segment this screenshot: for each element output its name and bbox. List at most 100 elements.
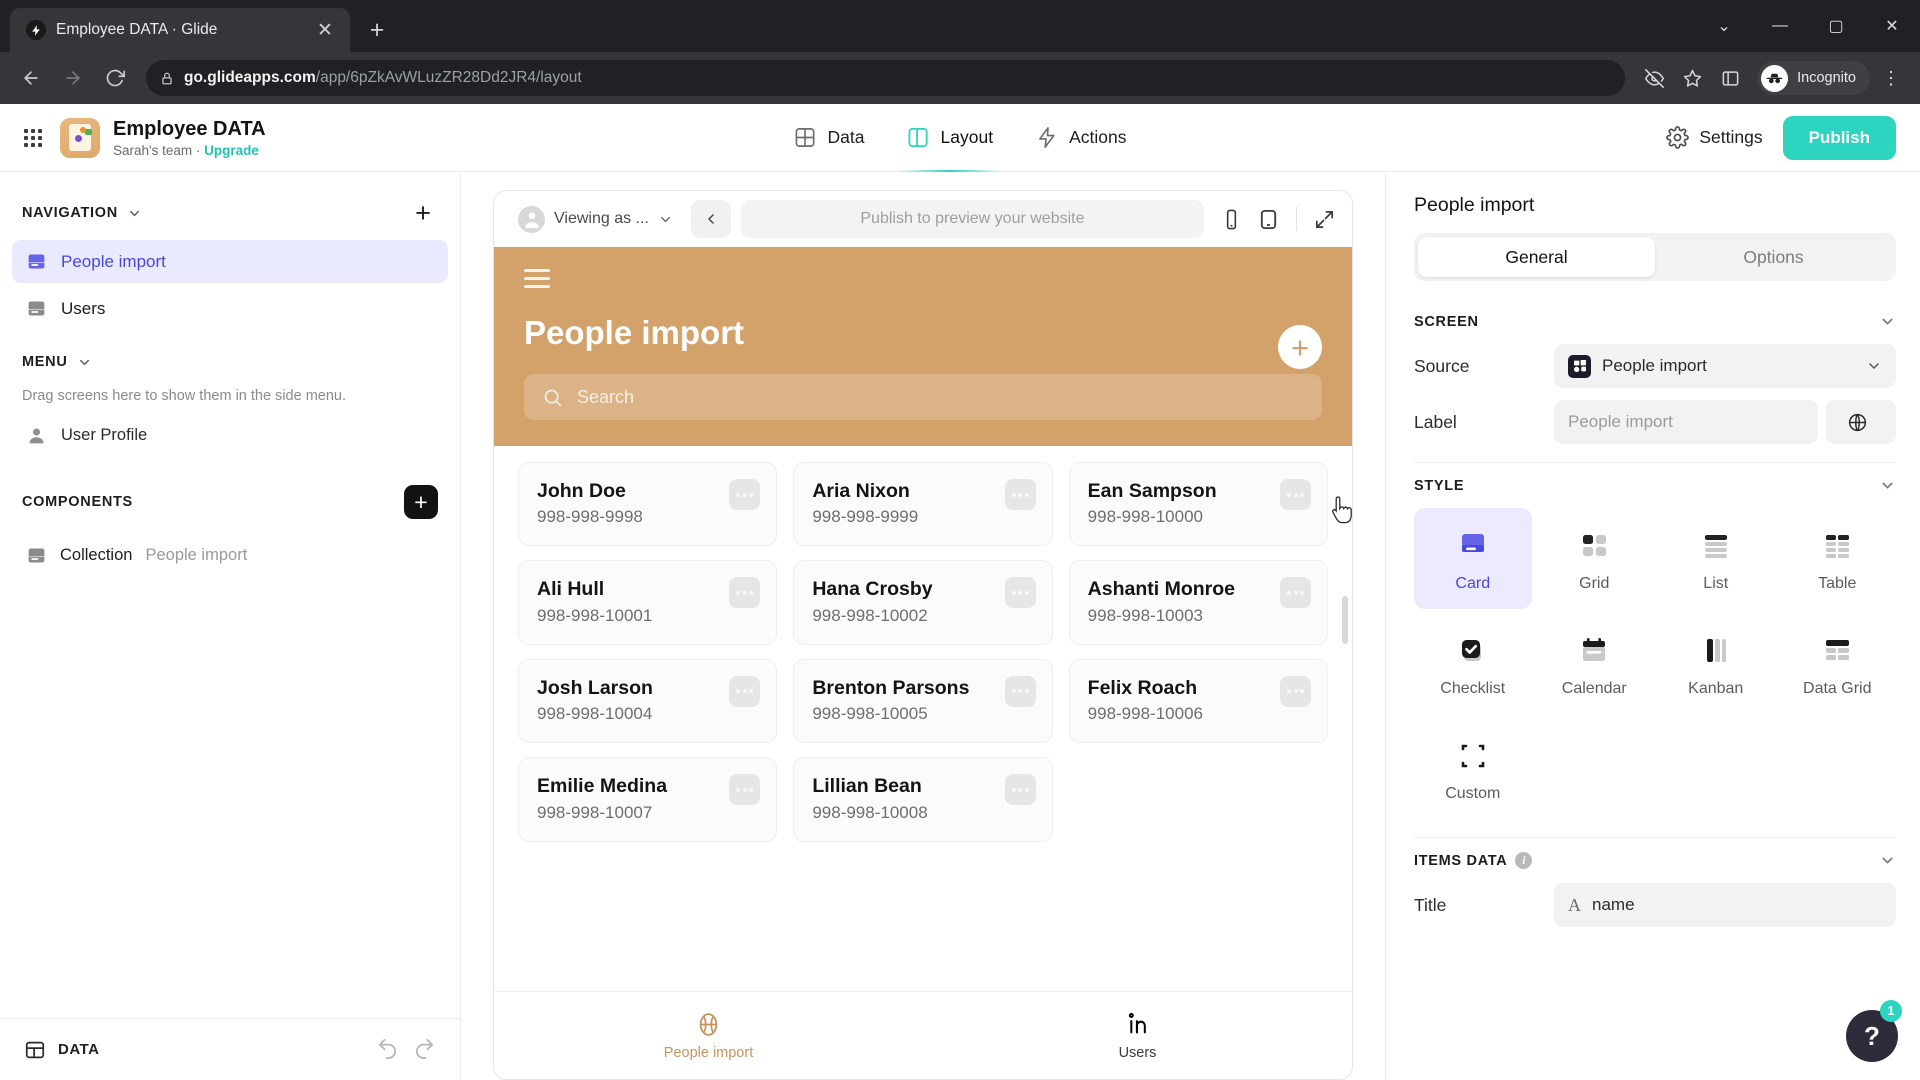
person-card[interactable]: Ashanti Monroe 998-998-10003 [1068, 560, 1328, 645]
upgrade-link[interactable]: Upgrade [204, 143, 259, 158]
person-card[interactable]: Ali Hull 998-998-10001 [518, 560, 778, 645]
tab-general[interactable]: General [1418, 237, 1655, 277]
app-tab-people-import[interactable]: People import [494, 1011, 923, 1061]
app-tab-users[interactable]: Users [923, 1011, 1352, 1061]
style-option-calendar[interactable]: Calendar [1536, 613, 1654, 714]
person-card[interactable]: John Doe 998-998-9998 [518, 462, 778, 547]
divider [1414, 837, 1896, 838]
tab-actions[interactable]: Actions [1033, 122, 1128, 153]
viewing-as-selector[interactable]: Viewing as ... [510, 201, 681, 238]
tab-layout[interactable]: Layout [896, 122, 1003, 173]
kebab-menu-icon[interactable]: ⋮ [1874, 61, 1908, 95]
overflow-menu-icon[interactable] [1280, 675, 1311, 707]
source-select[interactable]: People import [1554, 344, 1896, 388]
title-column-select[interactable]: A name [1554, 883, 1896, 927]
person-card[interactable]: Lillian Bean 998-998-10008 [793, 757, 1053, 842]
profile-chip[interactable]: Incognito [1757, 61, 1870, 95]
overflow-menu-icon[interactable] [729, 774, 761, 806]
reload-icon[interactable] [96, 59, 134, 97]
scrollbar-thumb[interactable] [1342, 596, 1348, 645]
chevron-down-icon[interactable] [1879, 477, 1896, 494]
overflow-menu-icon[interactable] [1280, 577, 1311, 609]
overflow-menu-icon[interactable] [1004, 479, 1036, 510]
sidebar-item-user-profile[interactable]: User Profile [12, 416, 448, 455]
settings-button[interactable]: Settings [1666, 126, 1763, 149]
table-layout-icon [1821, 528, 1853, 564]
person-card[interactable]: Hana Crosby 998-998-10002 [793, 560, 1053, 645]
star-icon[interactable] [1675, 61, 1709, 95]
mobile-device-icon[interactable] [1220, 208, 1243, 231]
chevron-down-icon[interactable] [1866, 358, 1882, 374]
person-name: Josh Larson [537, 676, 653, 699]
overflow-menu-icon[interactable] [1004, 577, 1036, 609]
cards-scroll-region[interactable]: John Doe 998-998-9998 Aria Nixon 998-998… [494, 446, 1352, 991]
overflow-menu-icon[interactable] [729, 675, 761, 707]
overflow-menu-icon[interactable] [1004, 675, 1036, 707]
lightning-bolt-icon [1038, 127, 1055, 148]
app-header: Employee DATA Sarah's team · Upgrade Dat… [0, 104, 1920, 173]
style-option-card[interactable]: Card [1414, 508, 1532, 609]
add-component-button[interactable]: + [404, 485, 438, 520]
overflow-menu-icon[interactable] [1280, 479, 1311, 510]
browser-tab[interactable]: Employee DATA · Glide ✕ [10, 8, 350, 52]
tablet-device-icon[interactable] [1257, 208, 1280, 231]
minimize-to-tray-icon[interactable]: ⌄ [1696, 0, 1752, 52]
address-bar[interactable]: go.glideapps.com/app/6pZkAvWLuzZR28Dd2JR… [146, 60, 1626, 96]
divider [1414, 462, 1896, 463]
window-close-icon[interactable]: ✕ [1864, 0, 1920, 52]
chevron-down-icon[interactable] [127, 206, 142, 221]
maximize-icon[interactable]: ▢ [1808, 0, 1864, 52]
info-icon[interactable]: i [1515, 852, 1533, 869]
sidebar-item-people-import[interactable]: People import [12, 240, 448, 283]
data-button[interactable]: DATA [24, 1039, 99, 1061]
hamburger-menu-icon[interactable] [524, 269, 550, 288]
apps-grid-icon[interactable] [24, 128, 42, 147]
person-name: Ean Sampson [1087, 480, 1217, 502]
source-field-row: Source People import [1414, 344, 1896, 388]
person-card[interactable]: Ean Sampson 998-998-10000 [1068, 462, 1328, 547]
style-option-list[interactable]: List [1657, 508, 1775, 609]
overflow-menu-icon[interactable] [1004, 774, 1036, 806]
eye-slash-icon[interactable] [1637, 61, 1671, 95]
redo-arrow-icon[interactable] [413, 1036, 436, 1064]
add-screen-button[interactable]: + [408, 198, 438, 228]
back-arrow-icon[interactable] [12, 59, 50, 97]
style-option-custom[interactable]: Custom [1414, 718, 1532, 819]
add-item-button[interactable]: + [1278, 325, 1322, 369]
component-row-collection[interactable]: Collection People import [12, 535, 448, 576]
close-icon[interactable]: ✕ [312, 17, 338, 43]
style-option-table[interactable]: Table [1779, 508, 1897, 609]
forward-arrow-icon[interactable] [54, 59, 92, 97]
title-value: name [1592, 895, 1635, 914]
style-option-grid[interactable]: Grid [1536, 508, 1654, 609]
style-option-checklist[interactable]: Checklist [1414, 613, 1532, 714]
list-layout-icon [1700, 528, 1732, 564]
person-card[interactable]: Brenton Parsons 998-998-10005 [793, 658, 1053, 744]
new-tab-button[interactable]: + [358, 11, 396, 49]
preview-back-button[interactable] [690, 200, 731, 238]
tab-data[interactable]: Data [792, 122, 867, 153]
overflow-menu-icon[interactable] [729, 577, 761, 609]
sidebar-item-users[interactable]: Users [12, 287, 448, 330]
chevron-down-icon[interactable] [1879, 852, 1896, 869]
person-card[interactable]: Felix Roach 998-998-10006 [1068, 658, 1328, 744]
label-source-picker[interactable] [1826, 400, 1896, 444]
person-card[interactable]: Josh Larson 998-998-10004 [518, 658, 778, 744]
undo-arrow-icon[interactable] [376, 1036, 399, 1064]
expand-diagonal-icon[interactable] [1313, 208, 1336, 231]
tab-options[interactable]: Options [1655, 237, 1892, 277]
side-panel-icon[interactable] [1713, 61, 1747, 95]
chevron-down-icon[interactable] [1879, 313, 1896, 330]
label-input[interactable]: People import [1554, 400, 1818, 444]
person-card[interactable]: Aria Nixon 998-998-9999 [793, 462, 1053, 547]
chevron-down-icon[interactable] [77, 355, 92, 370]
minimize-icon[interactable]: — [1752, 0, 1808, 52]
style-option-kanban[interactable]: Kanban [1657, 613, 1775, 714]
person-card[interactable]: Emilie Medina 998-998-10007 [518, 757, 778, 842]
overflow-menu-icon[interactable] [729, 479, 761, 510]
publish-button[interactable]: Publish [1782, 115, 1896, 160]
search-input[interactable]: Search [524, 374, 1322, 420]
chevron-down-icon[interactable] [658, 212, 673, 227]
style-option-data-grid[interactable]: Data Grid [1779, 613, 1897, 714]
app-identity[interactable]: Employee DATA Sarah's team · Upgrade [113, 118, 266, 158]
